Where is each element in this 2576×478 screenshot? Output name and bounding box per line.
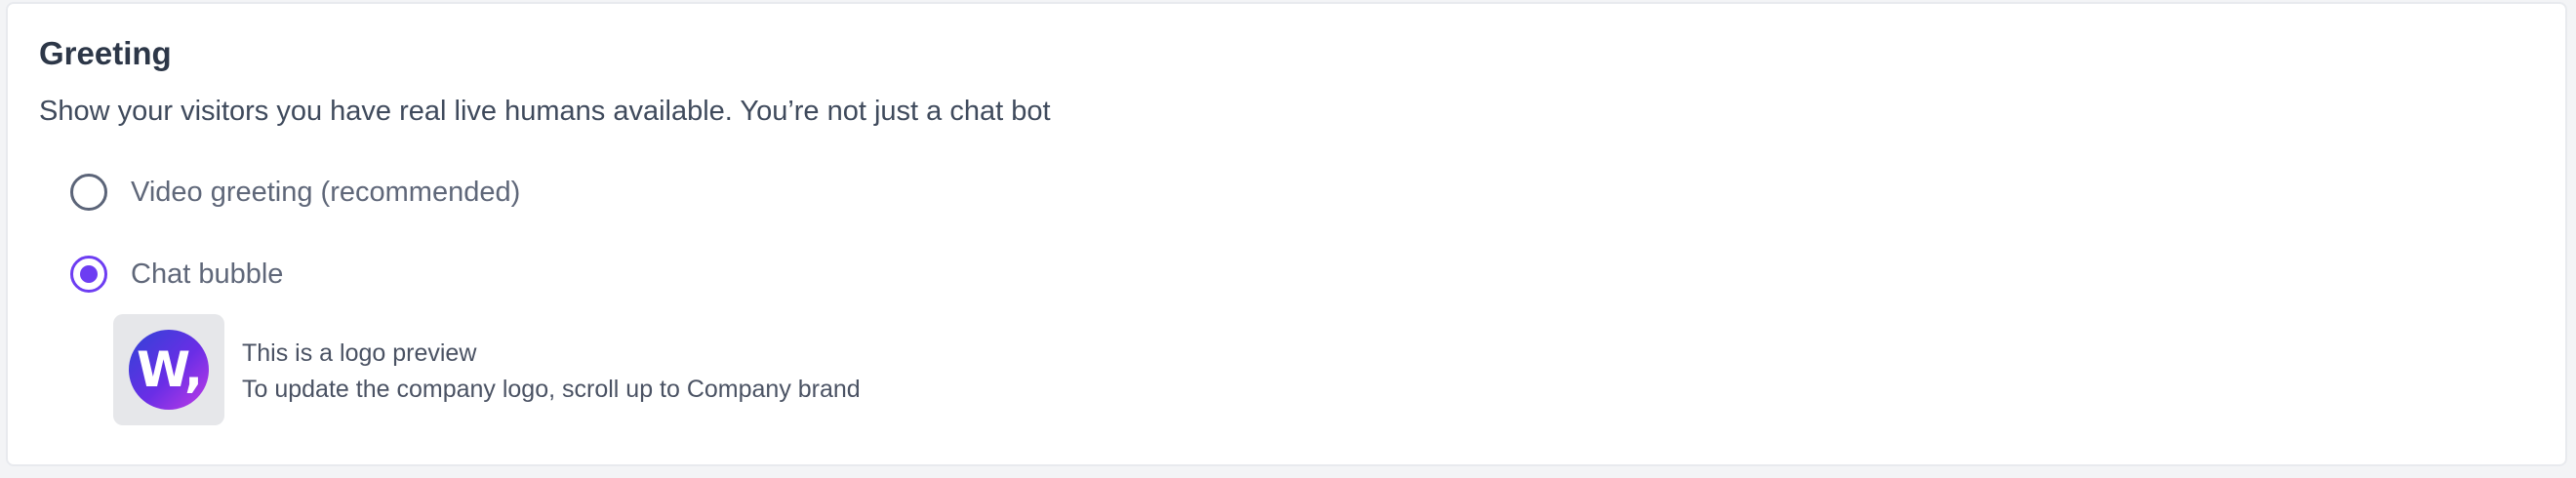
radio-selected-dot [80, 265, 98, 283]
section-title: Greeting [39, 35, 172, 71]
video-greeting-option[interactable]: Video greeting (recommended) [70, 168, 520, 217]
video-greeting-radio[interactable] [70, 174, 107, 211]
logo-preview-box: W, [113, 314, 224, 425]
company-logo-text: W, [136, 341, 203, 398]
chat-bubble-label[interactable]: Chat bubble [131, 259, 283, 291]
company-logo: W, [129, 330, 209, 410]
logo-preview-caption: This is a logo preview [242, 339, 477, 367]
greeting-card: Greeting Show your visitors you have rea… [6, 2, 2567, 466]
chat-bubble-option[interactable]: Chat bubble [70, 250, 283, 299]
chat-bubble-radio[interactable] [70, 256, 107, 293]
video-greeting-label[interactable]: Video greeting (recommended) [131, 177, 520, 209]
logo-preview-hint: To update the company logo, scroll up to… [242, 376, 861, 403]
section-description: Show your visitors you have real live hu… [39, 96, 1051, 127]
logo-preview-text: This is a logo preview To update the com… [242, 336, 861, 408]
